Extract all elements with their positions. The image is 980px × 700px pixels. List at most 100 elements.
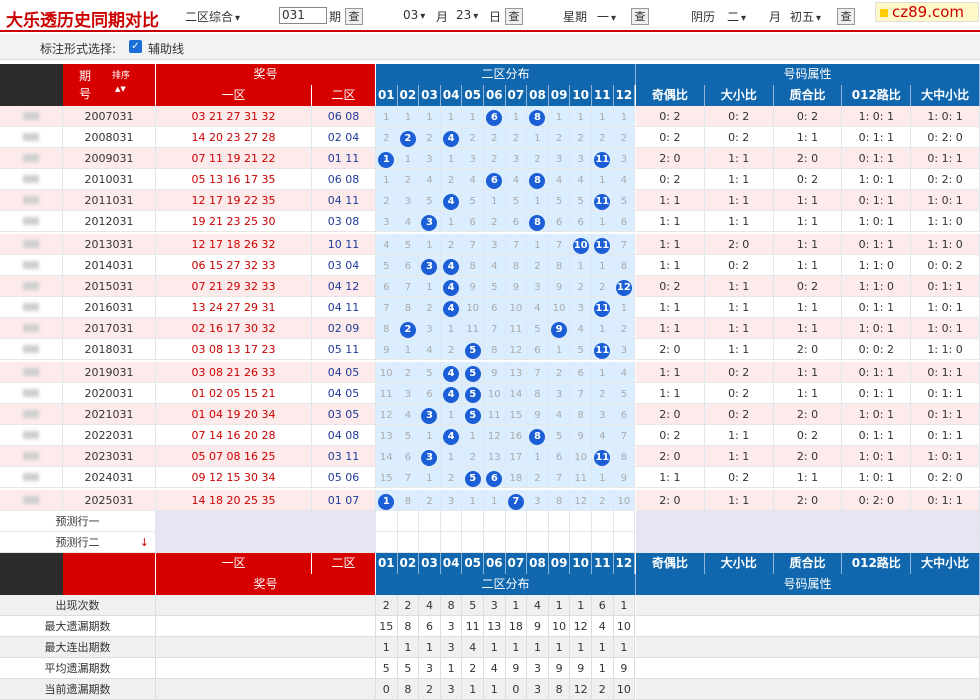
predict-dist-cell[interactable] [397, 511, 420, 532]
dist-col-09: 09 [548, 85, 571, 106]
stats-attr-blank [636, 616, 980, 637]
dist-header-footer: 二区分布 [376, 574, 636, 595]
predict-dist-cell[interactable] [505, 532, 528, 553]
attr-col-footer-4: 大中小比 [911, 553, 980, 574]
issue-cell: 2008031 [63, 127, 156, 148]
dist-cell: 6 [397, 255, 420, 276]
predict-dist-cell[interactable] [570, 532, 592, 553]
predict-dist-cell[interactable] [527, 532, 549, 553]
query-button-3[interactable]: 查 [631, 8, 649, 25]
dist-cell: 4 [613, 169, 636, 190]
dist-cell: 2 [376, 190, 398, 211]
dist-cell: 4 [505, 169, 528, 190]
miss-count: 10 [379, 368, 393, 379]
miss-count: 2 [491, 154, 498, 165]
dist-cell: 5 [570, 190, 592, 211]
dist-cell: 2 [570, 276, 592, 297]
predict-dist-cell[interactable] [548, 511, 571, 532]
miss-count: 2 [512, 133, 520, 144]
miss-count: 4 [555, 175, 563, 186]
predict-dist-cell[interactable] [484, 532, 506, 553]
predict-dist-cell[interactable] [527, 511, 549, 532]
predict-dist-cell[interactable] [440, 532, 463, 553]
dist-cell: 7 [613, 425, 636, 446]
miss-count: 2 [426, 133, 433, 144]
miss-count: 2 [534, 261, 541, 272]
dist-cell: 4 [419, 169, 441, 190]
dist-cell: 1 [397, 148, 420, 169]
query-button-4[interactable]: 查 [837, 8, 855, 25]
zone-select[interactable]: 二区综合 ▾ [185, 8, 240, 25]
week-select[interactable]: 一 ▾ [597, 8, 616, 25]
zone1-numbers: 03 08 21 26 33 [156, 362, 312, 383]
predict-dist-cell[interactable] [592, 532, 614, 553]
query-button-1[interactable]: 查 [345, 8, 363, 25]
header-row-1: 期号排序 ▲▼ 奖号 二区分布 号码属性 [0, 64, 980, 106]
predict-number-area[interactable] [156, 532, 376, 553]
prize-header-footer: 奖号 [156, 574, 376, 595]
attr-cell: 0: 2 [773, 425, 843, 446]
row-avatar [0, 234, 63, 255]
month-select[interactable]: 03 ▾ [403, 8, 425, 22]
day-select[interactable]: 23 ▾ [456, 8, 478, 22]
predict-dist-cell[interactable] [505, 511, 528, 532]
site-logo[interactable]: cz89.com [875, 2, 979, 22]
attr-cell: 0: 2 [636, 276, 705, 297]
miss-count: 5 [404, 431, 412, 442]
aux-line-checkbox[interactable]: ✓ [129, 40, 142, 53]
miss-count: 12 [487, 431, 501, 442]
miss-count: 1 [599, 112, 606, 123]
zone2-numbers: 01 07 [312, 490, 376, 511]
attr-cell: 1: 1 [704, 425, 774, 446]
predict-dist-cell[interactable] [397, 532, 420, 553]
dist-cell: 11 [592, 234, 614, 255]
miss-count: 5 [577, 196, 584, 207]
dist-cell: 13 [484, 446, 506, 467]
stats-value: 2 [376, 595, 398, 616]
stats-value: 1 [397, 637, 420, 658]
predict-dist-cell[interactable] [570, 511, 592, 532]
dist-col-footer-05: 05 [462, 553, 484, 574]
dist-cell: 1 [440, 446, 463, 467]
predict-dist-cell[interactable] [419, 511, 441, 532]
dist-cell: 5 [527, 318, 549, 339]
predict-dist-cell[interactable] [419, 532, 441, 553]
miss-count: 6 [620, 410, 628, 421]
attr-cell: 1: 0: 1 [842, 211, 912, 232]
lunar-month-select[interactable]: 二 ▾ [727, 8, 746, 25]
predict-dist-cell[interactable] [613, 511, 636, 532]
hit-ball: 3 [421, 408, 438, 424]
stats-value: 3 [484, 595, 506, 616]
lunar-day-select[interactable]: 初五 ▾ [790, 8, 821, 25]
predict-dist-cell[interactable] [376, 532, 398, 553]
period-input[interactable]: 031 [279, 7, 327, 24]
miss-count: 1 [599, 217, 606, 228]
expand-arrow-icon[interactable]: ↓ [140, 532, 149, 552]
predict-dist-cell[interactable] [613, 532, 636, 553]
predict-dist-cell[interactable] [484, 511, 506, 532]
stats-value: 4 [484, 658, 506, 679]
predict-dist-cell[interactable] [548, 532, 571, 553]
attr-cell: 1: 1 [636, 211, 705, 232]
dist-cell: 1 [376, 169, 398, 190]
query-button-2[interactable]: 查 [505, 8, 523, 25]
dist-cell: 2 [613, 127, 636, 148]
predict-number-area[interactable] [156, 511, 376, 532]
dist-cell: 1 [462, 425, 484, 446]
predict-dist-cell[interactable] [376, 511, 398, 532]
dist-cell: 5 [505, 190, 528, 211]
zone2-numbers: 02 09 [312, 318, 376, 339]
predict-dist-cell[interactable] [440, 511, 463, 532]
attr-cell: 0: 2 [636, 425, 705, 446]
predict-dist-cell[interactable] [592, 511, 614, 532]
stats-attr-blank [636, 595, 980, 616]
dist-cell: 3 [397, 383, 420, 404]
attr-cell: 0: 2 [636, 127, 705, 148]
predict-dist-cell[interactable] [462, 532, 484, 553]
dist-cell: 5 [376, 255, 398, 276]
miss-count: 13 [509, 368, 523, 379]
stats-value: 15 [376, 616, 398, 637]
predict-dist-cell[interactable] [462, 511, 484, 532]
miss-count: 2 [620, 133, 628, 144]
dist-cell: 13 [376, 425, 398, 446]
